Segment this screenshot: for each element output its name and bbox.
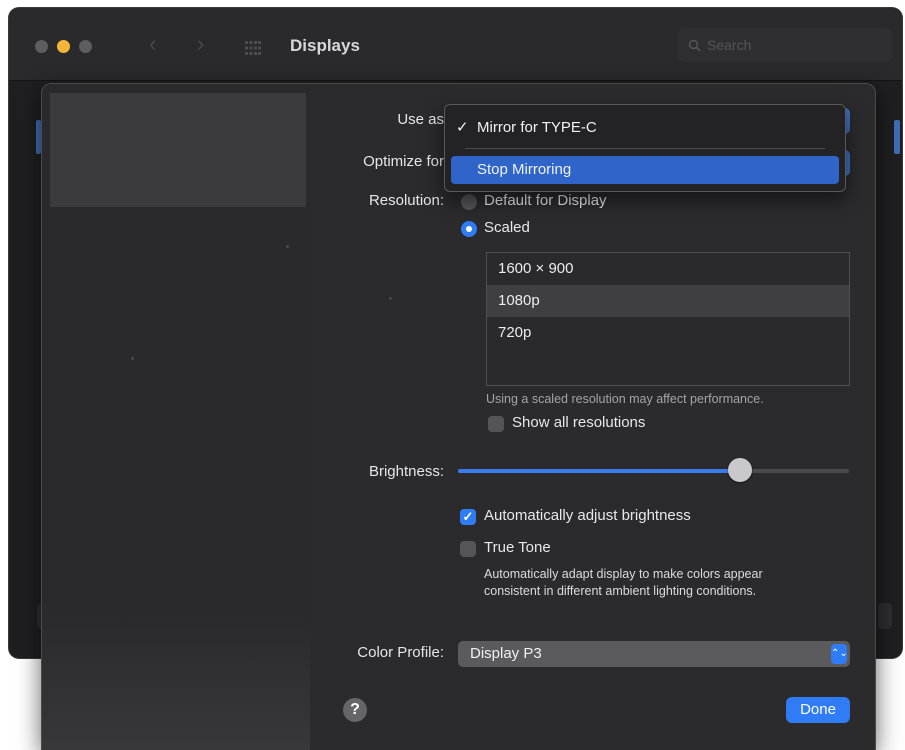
display-preview-tile (50, 93, 306, 207)
use-as-label: Use as (397, 111, 444, 128)
minimize-window-button[interactable] (57, 40, 70, 53)
resolution-default-radio[interactable] (461, 194, 477, 210)
background-button (878, 603, 892, 629)
zoom-window-button[interactable] (79, 40, 92, 53)
resolution-label: Resolution: (368, 192, 444, 209)
brightness-slider-track[interactable] (458, 469, 849, 473)
menu-item-label: Stop Mirroring (477, 161, 572, 178)
scaled-resolution-note: Using a scaled resolution may affect per… (486, 392, 764, 406)
true-tone-description-line2: consistent in different ambient lighting… (484, 584, 757, 598)
decorative-dot (286, 245, 289, 248)
color-profile-popup[interactable]: Display P3 ⌃⌄ (458, 641, 850, 667)
chevron-updown-icon: ⌃⌄ (831, 644, 848, 664)
background-control-edge (894, 120, 900, 154)
menu-item-label: Mirror for TYPE-C (477, 119, 597, 136)
true-tone-description-line1: Automatically adapt display to make colo… (484, 567, 763, 581)
show-all-resolutions-label: Show all resolutions (512, 414, 646, 431)
show-all-grid-icon[interactable] (245, 41, 261, 55)
search-icon (688, 39, 701, 52)
menu-separator (465, 148, 825, 149)
resolution-scaled-label: Scaled (484, 219, 530, 236)
title-bar: ‹ › Displays Search (9, 8, 902, 81)
brightness-label: Brightness: (368, 463, 444, 480)
use-as-dropdown-menu: ✓ Mirror for TYPE-C Stop Mirroring (444, 104, 846, 192)
menu-item-mirror-for-type-c[interactable]: ✓ Mirror for TYPE-C (445, 114, 845, 142)
auto-brightness-label: Automatically adjust brightness (484, 507, 691, 524)
menu-item-stop-mirroring[interactable]: Stop Mirroring (451, 156, 839, 184)
help-button[interactable]: ? (343, 698, 367, 722)
window-title: Displays (290, 36, 360, 55)
auto-brightness-checkbox[interactable]: ✓ (460, 509, 476, 525)
optimize-for-label: Optimize for (363, 153, 444, 170)
checkmark-icon: ✓ (456, 119, 469, 136)
search-placeholder: Search (707, 37, 752, 53)
back-arrow-icon[interactable]: ‹ (149, 31, 156, 57)
color-profile-label: Color Profile: (357, 644, 444, 661)
scaled-resolution-list[interactable]: 1600 × 900 1080p 720p (486, 252, 850, 386)
decorative-dot (389, 297, 392, 300)
done-button[interactable]: Done (786, 697, 850, 723)
display-preview-pane (42, 84, 392, 750)
brightness-slider-fill (458, 469, 740, 473)
list-item[interactable]: 1600 × 900 (487, 253, 849, 285)
color-profile-value: Display P3 (470, 645, 542, 662)
true-tone-label: True Tone (484, 539, 551, 556)
search-field[interactable]: Search (678, 28, 892, 62)
true-tone-checkbox[interactable] (460, 541, 476, 557)
resolution-scaled-radio[interactable] (461, 221, 477, 237)
decorative-dot (131, 357, 134, 360)
resolution-default-label: Default for Display (484, 192, 607, 209)
forward-arrow-icon[interactable]: › (197, 31, 204, 57)
brightness-slider-knob[interactable] (727, 458, 752, 482)
list-item[interactable]: 1080p (487, 285, 849, 317)
show-all-resolutions-checkbox[interactable] (488, 416, 504, 432)
close-window-button[interactable] (35, 40, 48, 53)
list-item[interactable]: 720p (487, 317, 849, 349)
